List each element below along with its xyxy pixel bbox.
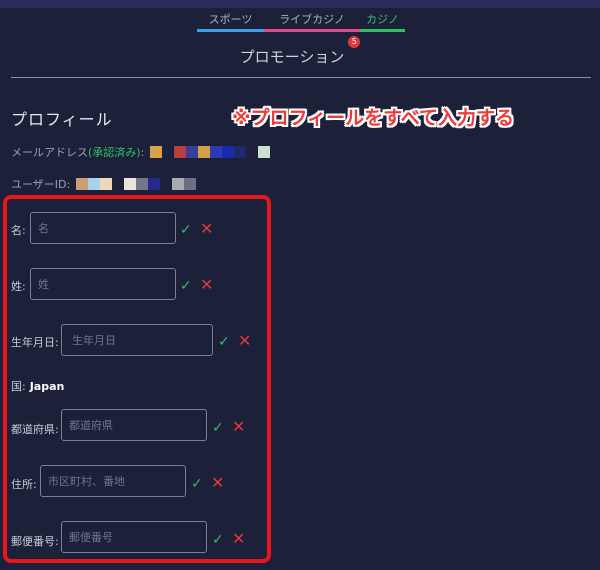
page-title-text: プロモーション <box>239 48 345 66</box>
userid-censored-value <box>76 178 197 190</box>
postal-code-label: 郵便番号: <box>11 535 59 548</box>
country-label: 国: <box>11 380 26 393</box>
confirm-first-name-icon[interactable]: ✓ <box>180 223 192 237</box>
clear-prefecture-icon[interactable]: ✕ <box>232 419 245 435</box>
email-label: メールアドレス <box>11 146 88 159</box>
confirm-last-name-icon[interactable]: ✓ <box>180 279 192 293</box>
tab-live-casino[interactable]: ライブカジノ <box>264 14 360 32</box>
prefecture-label: 都道府県: <box>11 423 59 436</box>
clear-last-name-icon[interactable]: ✕ <box>200 277 213 293</box>
notification-badge: 5 <box>348 36 361 48</box>
category-tabs: スポーツ ライブカジノ カジノ <box>197 14 405 32</box>
confirm-birthdate-icon[interactable]: ✓ <box>218 335 230 349</box>
address-label: 住所: <box>11 478 37 491</box>
last-name-input[interactable] <box>30 268 176 300</box>
clear-address-icon[interactable]: ✕ <box>211 475 224 491</box>
tab-casino[interactable]: カジノ <box>360 14 405 32</box>
page-title: プロモーション5 <box>0 36 600 67</box>
tab-sports[interactable]: スポーツ <box>197 14 264 32</box>
annotation-overlay-text: ※プロフィールをすべて入力する <box>232 107 515 129</box>
last-name-label: 姓: <box>11 280 26 293</box>
profile-section-title: プロフィール <box>11 110 113 129</box>
clear-birthdate-icon[interactable]: ✕ <box>238 333 251 349</box>
address-input[interactable] <box>40 465 186 497</box>
userid-row: ユーザーID: <box>11 176 197 192</box>
birthdate-label: 生年月日: <box>11 336 59 349</box>
email-colon: : <box>140 145 145 159</box>
confirm-postal-code-icon[interactable]: ✓ <box>212 533 224 547</box>
first-name-input[interactable] <box>30 212 176 244</box>
email-row: メールアドレス (承認済み) : <box>11 144 271 160</box>
email-verified-status: (承認済み) <box>88 146 141 159</box>
title-divider <box>11 77 591 78</box>
clear-first-name-icon[interactable]: ✕ <box>200 221 213 237</box>
first-name-label: 名: <box>11 224 26 237</box>
confirm-address-icon[interactable]: ✓ <box>191 477 203 491</box>
prefecture-input[interactable] <box>61 409 207 441</box>
birthdate-input[interactable] <box>61 324 213 356</box>
clear-postal-code-icon[interactable]: ✕ <box>232 531 245 547</box>
email-censored-value <box>150 146 271 158</box>
country-row: 国: Japan <box>11 378 64 394</box>
confirm-prefecture-icon[interactable]: ✓ <box>212 421 224 435</box>
country-value: Japan <box>29 380 65 393</box>
userid-label: ユーザーID: <box>11 178 71 191</box>
postal-code-input[interactable] <box>61 521 207 553</box>
